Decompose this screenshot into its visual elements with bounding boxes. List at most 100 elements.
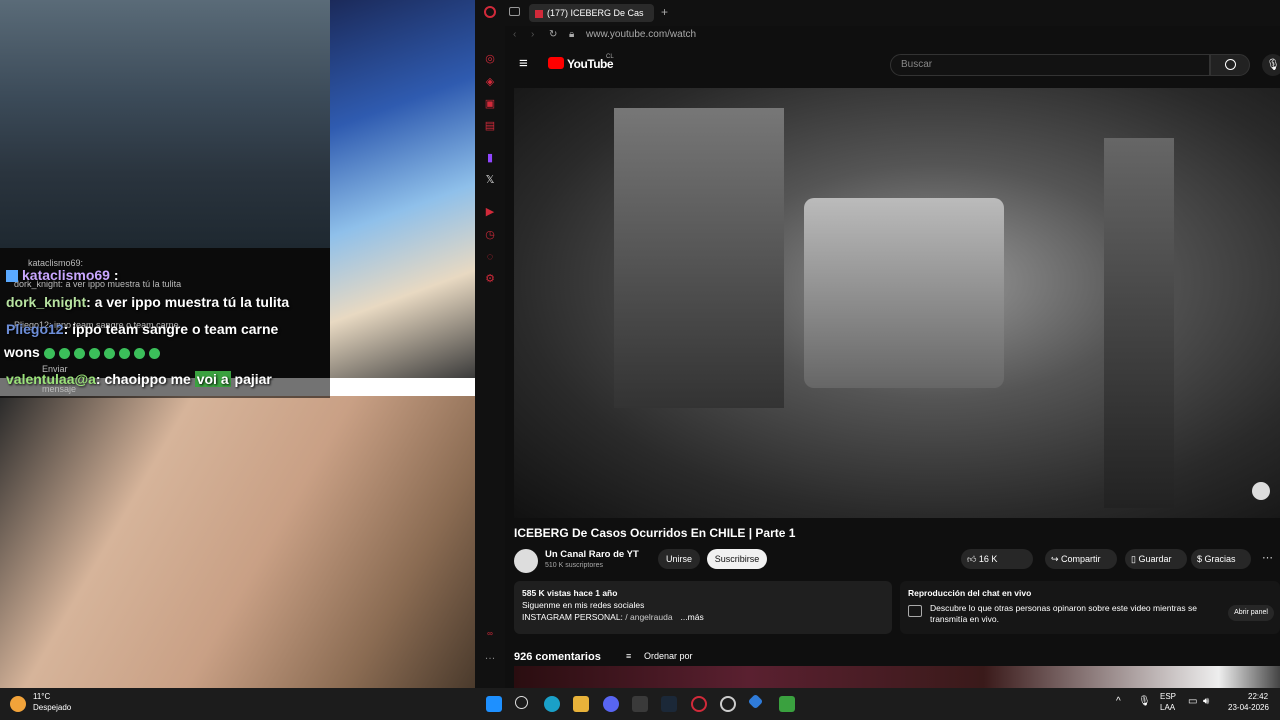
mic-tray-icon[interactable]: 🎙︎ (1138, 696, 1151, 707)
emote-icon (88, 347, 100, 359)
description-line: Siguenme en mis redes sociales (522, 600, 645, 610)
windows-start-icon[interactable] (486, 696, 502, 712)
video-player[interactable] (514, 88, 1280, 518)
reload-icon[interactable]: ↻ (549, 29, 557, 40)
description-line: INSTAGRAM PERSONAL: / angelrauda ...más (522, 612, 704, 622)
obs-icon[interactable] (720, 696, 736, 712)
x-icon[interactable]: 𝕏 (484, 174, 496, 186)
description-box[interactable]: 585 K vistas hace 1 año Siguenme en mis … (514, 581, 892, 634)
weather-temp[interactable]: 11°C (33, 692, 50, 701)
share-button[interactable]: ↪ Compartir (1045, 549, 1117, 569)
language-indicator[interactable]: LAA (1160, 703, 1175, 712)
more-icon[interactable]: … (484, 650, 496, 662)
video-frame-person (1104, 138, 1174, 508)
chat-username: kataclismo69 (22, 267, 110, 283)
clock-date[interactable]: 23-04-2026 (1228, 703, 1269, 712)
sidebar-icon[interactable]: ▶ (484, 206, 496, 218)
sidebar-icon[interactable]: ◈ (484, 76, 496, 88)
windows-taskbar: 11°C Despejado ^ 🎙︎ ESP LAA ▭ 🔊︎ 22:42 2… (0, 688, 1280, 720)
badge-icon (6, 270, 18, 283)
chat-icon (908, 605, 922, 617)
search-input[interactable]: Buscar (890, 54, 1210, 76)
forward-icon[interactable]: › (531, 29, 534, 40)
description-text: INSTAGRAM PERSONAL: (522, 612, 626, 622)
open-panel-button[interactable]: Abrir panel (1228, 605, 1274, 621)
tab-switcher-icon[interactable] (509, 7, 520, 16)
weather-icon[interactable] (10, 696, 26, 712)
chat-message: kataclismo69 : (6, 267, 119, 283)
menu-icon[interactable]: ≡ (519, 55, 528, 72)
opera-gx-icon[interactable] (691, 696, 707, 712)
search-icon[interactable] (515, 696, 528, 709)
weather-desc[interactable]: Despejado (33, 703, 71, 712)
edge-icon[interactable] (544, 696, 560, 712)
next-video-thumbnail[interactable] (514, 666, 1280, 688)
steam-icon[interactable] (661, 696, 677, 712)
app-icon[interactable] (779, 696, 795, 712)
share-label: Compartir (1061, 554, 1101, 564)
address-bar[interactable]: ‹ › ↻ 🔒︎ www.youtube.com/watch (505, 26, 1280, 44)
emote-icon (73, 347, 85, 359)
clock-time[interactable]: 22:42 (1248, 692, 1268, 701)
chat-username: wons (4, 344, 40, 360)
emote-icon (43, 347, 55, 359)
back-icon[interactable]: ‹ (513, 29, 516, 40)
like-icon: 👍︎ (967, 554, 979, 564)
chat-message: dork_knight: a ver ippo muestra tú la tu… (6, 294, 289, 310)
save-button[interactable]: ▯ Guardar (1125, 549, 1187, 569)
comments-count: 926 comentarios (514, 651, 601, 663)
like-button[interactable]: 👍︎ 16 K (961, 549, 1033, 569)
network-icon[interactable]: ▭ (1188, 696, 1197, 707)
share-icon: ↪ (1051, 554, 1062, 564)
history-icon[interactable]: ◷ (484, 229, 496, 241)
language-indicator[interactable]: ESP (1160, 692, 1176, 701)
chat-message: wons (4, 344, 164, 360)
sidebar-icon[interactable]: ◎ (484, 53, 496, 65)
sort-button[interactable]: Ordenar por (644, 651, 693, 661)
like-count: 16 K (978, 554, 998, 564)
calculator-icon[interactable] (632, 696, 648, 712)
sidebar-icon[interactable]: ◌ (484, 251, 496, 263)
sidebar-icon[interactable]: ▤ (484, 120, 496, 132)
twitch-icon[interactable]: ▮ (484, 152, 496, 164)
browser-window: (177) ICEBERG De Cas + ‹ › ↻ 🔒︎ www.yout… (475, 0, 1280, 688)
subscribe-button[interactable]: Suscribirse (707, 549, 767, 569)
tab-youtube[interactable]: (177) ICEBERG De Cas (529, 4, 654, 22)
sort-icon: ≡ (626, 651, 632, 661)
channel-name[interactable]: Un Canal Raro de YT (545, 549, 639, 560)
volume-icon[interactable]: 🔊︎ (1203, 696, 1209, 707)
discord-icon[interactable] (603, 696, 619, 712)
thanks-button[interactable]: $ Gracias (1191, 549, 1251, 569)
more-actions-icon[interactable]: ⋯ (1262, 551, 1273, 564)
tab-title: (177) ICEBERG De Cas (547, 8, 644, 18)
thanks-icon: $ (1197, 554, 1205, 564)
new-tab-icon[interactable]: + (661, 5, 668, 19)
app-icon[interactable] (747, 693, 764, 710)
emote-icon (118, 347, 130, 359)
join-button[interactable]: Unirse (658, 549, 700, 569)
emote-icon (103, 347, 115, 359)
channel-avatar[interactable] (514, 549, 538, 573)
tray-expand-icon[interactable]: ^ (1116, 696, 1121, 707)
chat-replay-box: Reproducción del chat en vivo Descubre l… (900, 581, 1280, 634)
chat-text: : chaoippo me (95, 371, 195, 387)
youtube-logo-icon[interactable] (548, 57, 564, 69)
file-explorer-icon[interactable] (573, 696, 589, 712)
sidebar-icon[interactable]: ∞ (484, 628, 496, 640)
chat-text: pajiar (230, 371, 272, 387)
save-label: Guardar (1138, 554, 1172, 564)
chat-message: Pliego12: ippo team sangre o team carne (6, 321, 278, 337)
url-text[interactable]: www.youtube.com/watch (586, 29, 696, 40)
thanks-label: Gracias (1204, 554, 1236, 564)
more-link[interactable]: ...más (681, 612, 704, 622)
chat-username: Pliego12 (6, 321, 64, 337)
opera-logo-icon[interactable] (484, 6, 496, 18)
settings-icon[interactable]: ⚙ (484, 273, 496, 285)
chat-replay-text: Descubre lo que otras personas opinaron … (930, 603, 1197, 624)
sidebar-icon[interactable]: ▣ (484, 98, 496, 110)
search-icon (1225, 59, 1236, 70)
channel-watermark-icon[interactable] (1252, 482, 1270, 500)
search-button[interactable] (1210, 54, 1250, 76)
mic-icon[interactable]: 🎙︎ (1262, 54, 1280, 76)
instagram-link[interactable]: / angelrauda (625, 612, 672, 622)
